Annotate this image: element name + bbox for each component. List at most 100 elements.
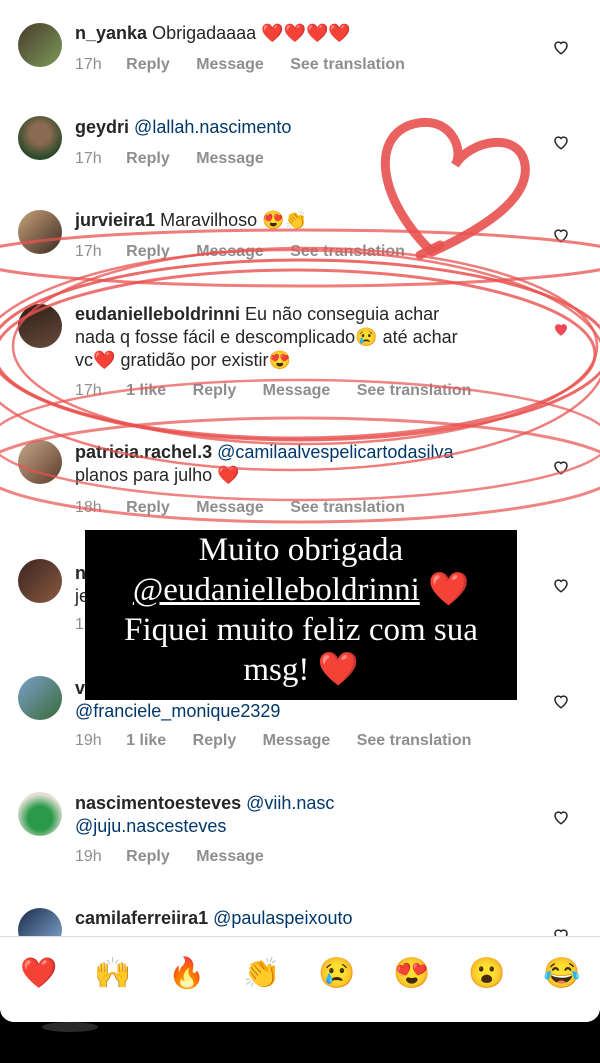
comment-username[interactable]: geydri (75, 117, 129, 137)
comment-meta: 19h 1 like Reply Message See translation (75, 732, 493, 750)
comment-username[interactable]: v (75, 678, 85, 698)
message-button[interactable]: Message (263, 732, 331, 749)
comment-text: nascimentoesteves @viih.nasc @juju.nasce… (75, 792, 530, 838)
comment-meta: 19h Reply Message (75, 848, 286, 866)
avatar[interactable] (18, 116, 62, 160)
comment-username[interactable]: n_yanka (75, 23, 147, 43)
like-heart-icon[interactable] (552, 458, 570, 476)
comment-emoji: 😢 (355, 327, 378, 347)
comment-meta: 18h Reply Message See translation (75, 499, 427, 517)
heart-reaction-button[interactable]: ❤️ (20, 955, 58, 993)
fire-reaction-button[interactable]: 🔥 (168, 955, 206, 993)
reply-button[interactable]: Reply (126, 848, 170, 865)
heart-emoji: ❤️ (428, 572, 470, 608)
overlay-line: Fiquei muito feliz com sua (124, 612, 478, 648)
see-translation-button[interactable]: See translation (290, 243, 405, 260)
see-translation-button[interactable]: See translation (290, 56, 405, 73)
comment-time: 19h (75, 848, 102, 865)
comment-username[interactable]: eudanielleboldrinni (75, 304, 240, 324)
comment-time: 18h (75, 499, 102, 516)
laughing-reaction-button[interactable]: 😂 (543, 955, 581, 993)
comment-text: geydri @lallah.nascimento (75, 116, 530, 139)
avatar[interactable] (18, 792, 62, 836)
comment-meta: 17h Reply Message (75, 150, 286, 168)
comments-screen: n_yanka Obrigadaaaa ❤️❤️❤️❤️ 17h Reply M… (0, 0, 600, 1022)
message-button[interactable]: Message (196, 243, 264, 260)
comment-username[interactable]: camilaferreiira1 (75, 908, 208, 928)
comment-body: Eu não conseguia achar (245, 304, 440, 324)
comment-text: n_yanka Obrigadaaaa ❤️❤️❤️❤️ (75, 22, 530, 45)
like-heart-icon[interactable] (552, 226, 570, 244)
avatar[interactable] (18, 23, 62, 67)
comment-emoji: ❤️❤️❤️❤️ (261, 23, 351, 43)
message-button[interactable]: Message (196, 150, 264, 167)
like-heart-icon[interactable] (552, 133, 570, 151)
avatar[interactable] (18, 304, 62, 348)
comment-mention[interactable]: @viih.nasc (246, 793, 334, 813)
avatar[interactable] (18, 676, 62, 720)
reply-button[interactable]: Reply (126, 243, 170, 260)
avatar[interactable] (18, 440, 62, 484)
heart-emoji: ❤️ (317, 652, 359, 688)
comment-time: 17h (75, 56, 102, 73)
reply-button[interactable]: Reply (126, 150, 170, 167)
reply-button[interactable]: Reply (193, 732, 237, 749)
overlay-line: Muito obrigada (198, 532, 404, 568)
bottom-handle (42, 1022, 98, 1032)
comment-body: até achar (382, 327, 458, 347)
avatar[interactable] (18, 210, 62, 254)
comment-body: gratidão por existir (120, 350, 269, 370)
message-button[interactable]: Message (263, 382, 331, 399)
comment-text: camilaferreiira1 @paulaspeixouto (75, 907, 530, 930)
like-heart-icon[interactable] (552, 692, 570, 710)
comment-mention[interactable]: @camilaalvespelicartodasilva (217, 442, 453, 462)
see-translation-button[interactable]: See translation (357, 382, 472, 399)
comment-meta: 17h Reply Message See translation (75, 56, 427, 74)
crying-reaction-button[interactable]: 😢 (318, 955, 356, 993)
message-button[interactable]: Message (196, 499, 264, 516)
message-button[interactable]: Message (196, 848, 264, 865)
overlay-mention[interactable]: @eudanielleboldrinni (133, 572, 420, 608)
likes-count[interactable]: 1 like (126, 382, 166, 399)
reply-button[interactable]: Reply (126, 56, 170, 73)
comment-body: nada q fosse fácil e descomplicado (75, 327, 356, 347)
comment-emoji: ❤️ (217, 465, 240, 485)
comment-mention[interactable]: @paulaspeixouto (213, 908, 352, 928)
comment-time: 17h (75, 150, 102, 167)
comment-meta: 17h Reply Message See translation (75, 243, 427, 261)
comment-emoji: ❤️ (93, 350, 116, 370)
raising-hands-reaction-button[interactable]: 🙌 (94, 955, 132, 993)
comment-time: 17h (75, 382, 102, 399)
comment-emoji: 😍👏 (262, 210, 307, 230)
comment-text: eudanielleboldrinni Eu não conseguia ach… (75, 303, 530, 372)
comment-body: planos para julho (75, 465, 213, 485)
story-text-overlay: Muito obrigada @eudanielleboldrinni ❤️ F… (85, 530, 517, 700)
quick-reaction-bar: ❤️ 🙌 🔥 👏 😢 😍 😮 😂 (0, 936, 600, 1022)
like-heart-icon[interactable] (552, 808, 570, 826)
likes-count[interactable]: 1 like (126, 732, 166, 749)
liked-heart-icon[interactable] (552, 320, 570, 338)
overlay-text: msg! (243, 652, 310, 688)
avatar[interactable] (18, 559, 62, 603)
clapping-reaction-button[interactable]: 👏 (243, 955, 281, 993)
comment-time: 17h (75, 243, 102, 260)
comment-body: Obrigadaaaa (152, 23, 257, 43)
comment-body: Maravilhoso (160, 210, 258, 230)
heart-eyes-reaction-button[interactable]: 😍 (393, 955, 431, 993)
comment-emoji: 😍 (268, 350, 291, 370)
reply-button[interactable]: Reply (193, 382, 237, 399)
see-translation-button[interactable]: See translation (290, 499, 405, 516)
message-button[interactable]: Message (196, 56, 264, 73)
comment-username[interactable]: patricia.rachel.3 (75, 442, 212, 462)
reply-button[interactable]: Reply (126, 499, 170, 516)
comment-mention[interactable]: @lallah.nascimento (134, 117, 291, 137)
comment-username[interactable]: jurvieira1 (75, 210, 155, 230)
overlay-line: @eudanielleboldrinni ❤️ (85, 570, 517, 610)
surprised-reaction-button[interactable]: 😮 (468, 955, 506, 993)
like-heart-icon[interactable] (552, 38, 570, 56)
comment-mention[interactable]: @franciele_monique2329 (75, 701, 280, 721)
see-translation-button[interactable]: See translation (357, 732, 472, 749)
comment-username[interactable]: nascimentoesteves (75, 793, 241, 813)
comment-mention[interactable]: @juju.nascesteves (75, 816, 226, 836)
like-heart-icon[interactable] (552, 576, 570, 594)
